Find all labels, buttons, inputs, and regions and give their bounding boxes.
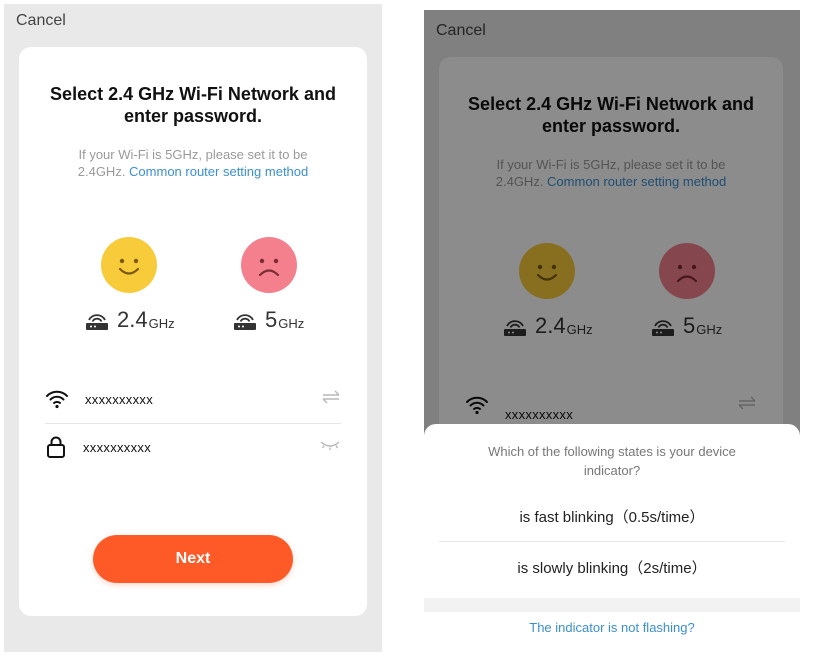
indicator-state-screen: Cancel Select 2.4 GHz Wi-Fi Network and … (424, 10, 800, 650)
router-setting-link[interactable]: Common router setting method (129, 164, 308, 179)
band-5ghz: 5 GHz (233, 307, 304, 333)
title-line-1: Select 2.4 GHz Wi-Fi Network and (50, 84, 336, 104)
band-24-unit: GHz (148, 316, 175, 331)
sad-face-icon (241, 237, 297, 293)
not-flashing-link[interactable]: The indicator is not flashing? (424, 620, 800, 635)
hint-prefix: 2.4GHz. (77, 164, 130, 179)
wifi-name-value: xxxxxxxxxx (85, 391, 153, 407)
eye-closed-icon[interactable] (319, 437, 341, 453)
next-button[interactable]: Next (93, 535, 293, 583)
option-slow-blinking[interactable]: is slowly blinking（2s/time） (439, 542, 785, 592)
hint-line-2: 2.4GHz. Common router setting method (19, 163, 367, 180)
page-title: Select 2.4 GHz Wi-Fi Network and enter p… (19, 83, 367, 127)
sheet-gap (424, 598, 800, 612)
router-icon (86, 314, 108, 330)
smile-face-icon (101, 237, 157, 293)
cancel-button[interactable]: Cancel (16, 12, 66, 30)
band-24-value: 2.4 (117, 307, 148, 332)
hint-line-1: If your Wi-Fi is 5GHz, please set it to … (78, 147, 308, 162)
band-5-unit: GHz (278, 316, 305, 331)
password-value: xxxxxxxxxx (83, 439, 151, 455)
wifi-icon (46, 390, 68, 409)
swap-icon[interactable] (321, 389, 341, 405)
option-fast-blinking[interactable]: is fast blinking（0.5s/time） (439, 491, 785, 541)
wifi-card: Select 2.4 GHz Wi-Fi Network and enter p… (19, 47, 367, 616)
sheet-question: Which of the following states is your de… (464, 442, 760, 480)
title-line-2: enter password. (123, 106, 263, 126)
question-line-2: indicator? (583, 463, 641, 478)
question-line-1: Which of the following states is your de… (488, 444, 736, 459)
password-field[interactable]: xxxxxxxxxx (45, 425, 341, 469)
band-5-value: 5 (265, 307, 278, 332)
field-divider (45, 423, 341, 424)
indicator-action-sheet: Which of the following states is your de… (424, 424, 800, 650)
lock-icon (47, 436, 65, 458)
router-icon (234, 314, 256, 330)
band-24ghz: 2.4 GHz (85, 307, 175, 333)
hint-text: If your Wi-Fi is 5GHz, please set it to … (19, 146, 367, 180)
wifi-network-field[interactable]: xxxxxxxxxx (45, 377, 341, 421)
wifi-setup-screen: Cancel Select 2.4 GHz Wi-Fi Network and … (4, 4, 382, 652)
